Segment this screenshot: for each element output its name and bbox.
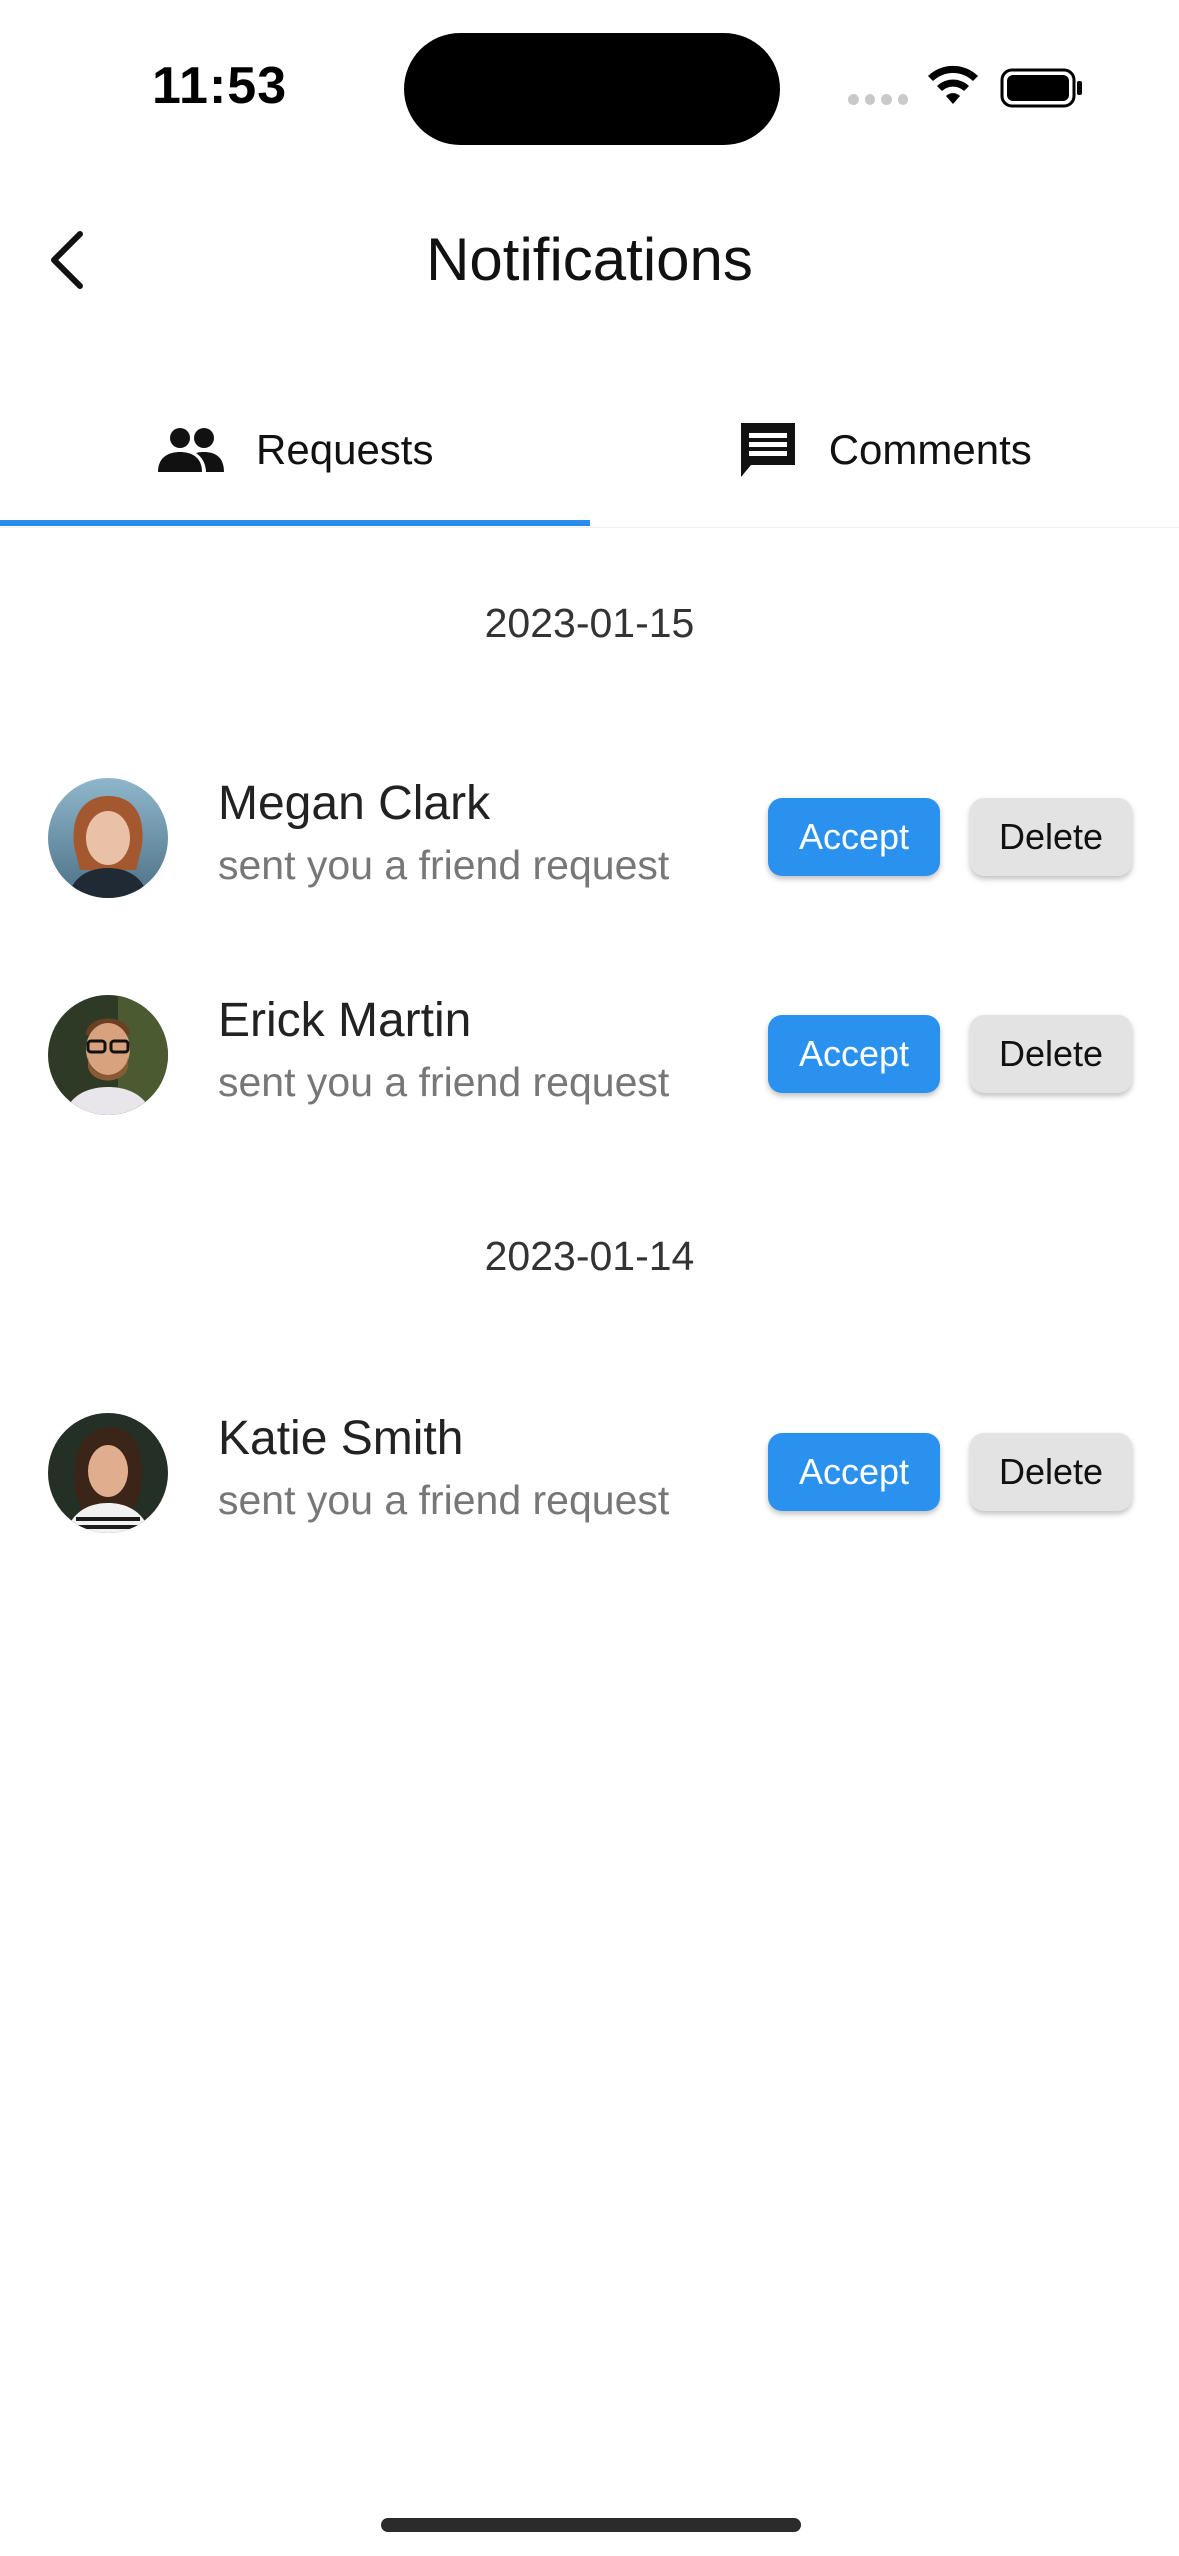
tab-label-comments: Comments [828, 426, 1032, 473]
tab-indicator [0, 520, 590, 526]
accept-button[interactable]: Accept [768, 1015, 940, 1093]
delete-button[interactable]: Delete [970, 1433, 1132, 1511]
date-header: 2023-01-14 [484, 1233, 695, 1279]
request-description: sent you a friend request [218, 1477, 670, 1523]
avatar [48, 1413, 168, 1533]
tab-requests[interactable]: Requests [0, 395, 590, 505]
request-description: sent you a friend request [218, 842, 670, 888]
list-item: Katie Smith sent you a friend request Ac… [0, 1412, 1179, 1537]
status-time: 11:53 [152, 57, 288, 115]
tab-bar: Requests Comments [0, 395, 1179, 528]
status-bar: 11:53 [0, 0, 1179, 176]
cellular-signal-icon [848, 94, 908, 108]
avatar [48, 778, 168, 898]
people-icon [158, 428, 225, 472]
tab-label-requests: Requests [256, 426, 434, 473]
requester-name: Katie Smith [218, 1412, 464, 1465]
requester-name: Megan Clark [218, 777, 491, 830]
requester-name: Erick Martin [218, 994, 472, 1047]
home-indicator[interactable] [381, 2518, 801, 2532]
delete-button[interactable]: Delete [970, 798, 1132, 876]
battery-icon [1000, 68, 1082, 108]
comment-icon [740, 423, 795, 477]
page-title: Notifications [426, 226, 753, 293]
delete-button[interactable]: Delete [970, 1015, 1132, 1093]
avatar [48, 995, 168, 1115]
list-item: Megan Clark sent you a friend request Ac… [0, 777, 1179, 902]
accept-button[interactable]: Accept [768, 798, 940, 876]
list-item: Erick Martin sent you a friend request A… [0, 994, 1179, 1119]
tab-comments[interactable]: Comments [590, 395, 1179, 505]
wifi-icon [928, 65, 978, 104]
dynamic-island [404, 33, 780, 145]
accept-button[interactable]: Accept [768, 1433, 940, 1511]
date-header: 2023-01-15 [484, 600, 695, 646]
request-description: sent you a friend request [218, 1059, 670, 1105]
